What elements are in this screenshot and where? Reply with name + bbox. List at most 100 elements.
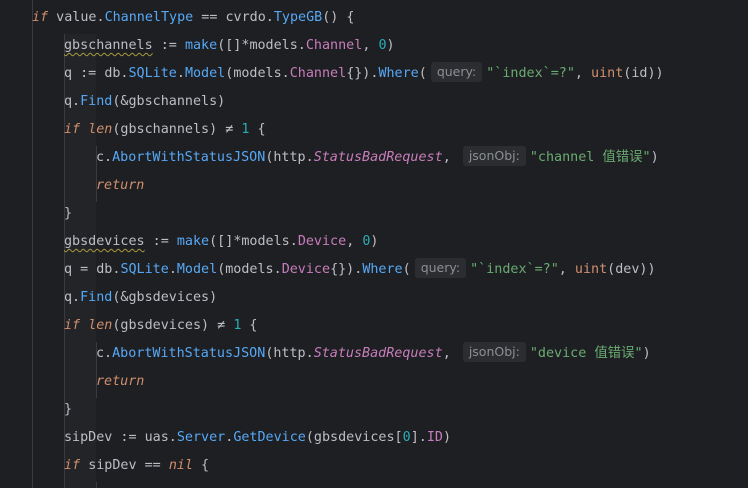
code-token: value. [48, 10, 105, 25]
code-token: ChannelType [104, 10, 194, 25]
code-token: } [64, 206, 73, 221]
code-token: == [193, 10, 226, 25]
code-token: ([] [209, 234, 234, 249]
code-token: sipDev := [64, 430, 145, 445]
code-line[interactable]: c.AbortWithStatusJSON(http.StatusBadRequ… [0, 144, 748, 172]
code-token: AbortWithStatusJSON [112, 346, 266, 361]
code-token: SQLite [128, 66, 177, 81]
code-line[interactable]: if sipDev == nil { [0, 452, 748, 480]
code-token: models. [225, 262, 282, 277]
code-line[interactable]: if len(gbschannels) ≠ 1 { [0, 116, 748, 144]
code-token: StatusBadRequest [313, 150, 443, 165]
code-token: models. [249, 38, 306, 53]
code-line[interactable]: q.Find(&gbsdevices) [0, 284, 748, 312]
code-token: (dev)) [607, 262, 656, 277]
code-token: (id)) [623, 66, 664, 81]
code-token: SQLite [120, 262, 169, 277]
code-token: , [442, 346, 459, 361]
code-token: Where [362, 262, 403, 277]
code-token: Device [297, 234, 347, 249]
code-line[interactable]: c.AbortWithStatusJSON(http.StatusBadRequ… [0, 340, 748, 368]
parameter-hint: query: [430, 62, 483, 82]
code-token: ( [418, 66, 427, 81]
code-token: models. [241, 234, 298, 249]
code-token: models. [233, 66, 290, 81]
code-token: cvrdo. [225, 10, 274, 25]
code-token: db. [104, 66, 129, 81]
code-token: { [241, 318, 258, 333]
code-line[interactable]: gbsdevices := make([]*models.Device, 0) [0, 228, 748, 256]
code-token: http. [273, 150, 314, 165]
code-line[interactable]: return [0, 172, 748, 200]
parameter-hint: query: [414, 258, 467, 278]
code-token: , [574, 66, 592, 81]
code-token: q = [64, 262, 97, 277]
code-token: Where [378, 66, 419, 81]
code-line[interactable]: } [0, 396, 748, 424]
code-token: if [64, 458, 89, 473]
code-token: (&gbsdevices) [112, 290, 218, 305]
code-token: := [152, 38, 185, 53]
code-token: q := [64, 66, 105, 81]
code-token: nil [168, 458, 193, 473]
code-line[interactable]: gbschannels := make([]*models.Channel, 0… [0, 32, 748, 60]
code-token: ([] [217, 38, 242, 53]
code-token: { [249, 122, 266, 137]
code-token: return [96, 178, 145, 193]
code-token: 0 [402, 430, 411, 445]
code-token: uint [574, 262, 608, 277]
code-token: http. [273, 346, 314, 361]
code-token: "device 值错误" [529, 346, 643, 361]
code-line[interactable]: q.Find(&gbschannels) [0, 88, 748, 116]
indent-guide-level-3c [96, 482, 97, 488]
code-token: db. [96, 262, 121, 277]
code-token: return [96, 374, 145, 389]
code-token: len [88, 122, 113, 137]
code-token: Device [281, 262, 331, 277]
code-token: q. [64, 290, 81, 305]
code-token: gbsdevices [64, 234, 145, 249]
code-token: (gbsdevices) ≠ [112, 318, 234, 333]
code-token: := [144, 234, 177, 249]
code-token: uas. [144, 430, 177, 445]
code-token: ]. [410, 430, 427, 445]
code-token: (gbschannels) ≠ [112, 122, 242, 137]
code-token: uint [591, 66, 624, 81]
code-token: StatusBadRequest [313, 346, 443, 361]
code-token: Model [184, 66, 226, 81]
code-token: . [176, 66, 185, 81]
code-token: ( [402, 262, 411, 277]
code-token: GetDevice [233, 430, 306, 445]
code-line[interactable]: if value.ChannelType == cvrdo.TypeGB() { [0, 4, 748, 32]
code-line[interactable]: } [0, 200, 748, 228]
code-line[interactable]: if len(gbsdevices) ≠ 1 { [0, 312, 748, 340]
code-token: {}). [346, 66, 379, 81]
code-token: (gbsdevices[ [305, 430, 403, 445]
parameter-hint: jsonObj: [462, 146, 526, 166]
code-token: (&gbschannels) [112, 94, 226, 109]
parameter-hint: jsonObj: [462, 342, 526, 362]
code-token: , [558, 262, 575, 277]
code-editor[interactable]: if value.ChannelType == cvrdo.TypeGB() {… [0, 0, 748, 488]
code-token: c. [96, 346, 113, 361]
code-token: ) [442, 430, 451, 445]
code-token: ) [370, 234, 379, 249]
code-token: "channel 值错误" [529, 150, 651, 165]
code-token: TypeGB [273, 10, 323, 25]
code-line[interactable]: return [0, 368, 748, 396]
code-token: make [184, 38, 218, 53]
code-token: if [32, 10, 49, 25]
code-token: Model [176, 262, 218, 277]
code-token: Channel [305, 38, 363, 53]
code-token: 0 [378, 38, 387, 53]
code-token: {}). [330, 262, 363, 277]
code-line[interactable]: sipDev := uas.Server.GetDevice(gbsdevice… [0, 424, 748, 452]
code-token: if [64, 122, 89, 137]
code-line[interactable]: q = db.SQLite.Model (models.Device{}).Whe… [0, 256, 748, 284]
code-token: Find [80, 290, 113, 305]
code-token: gbschannels [64, 38, 153, 53]
code-line[interactable]: q := db.SQLite.Model (models.Channel{}).W… [0, 60, 748, 88]
code-token: , [346, 234, 363, 249]
code-token: } [64, 402, 73, 417]
code-token: Server [176, 430, 226, 445]
